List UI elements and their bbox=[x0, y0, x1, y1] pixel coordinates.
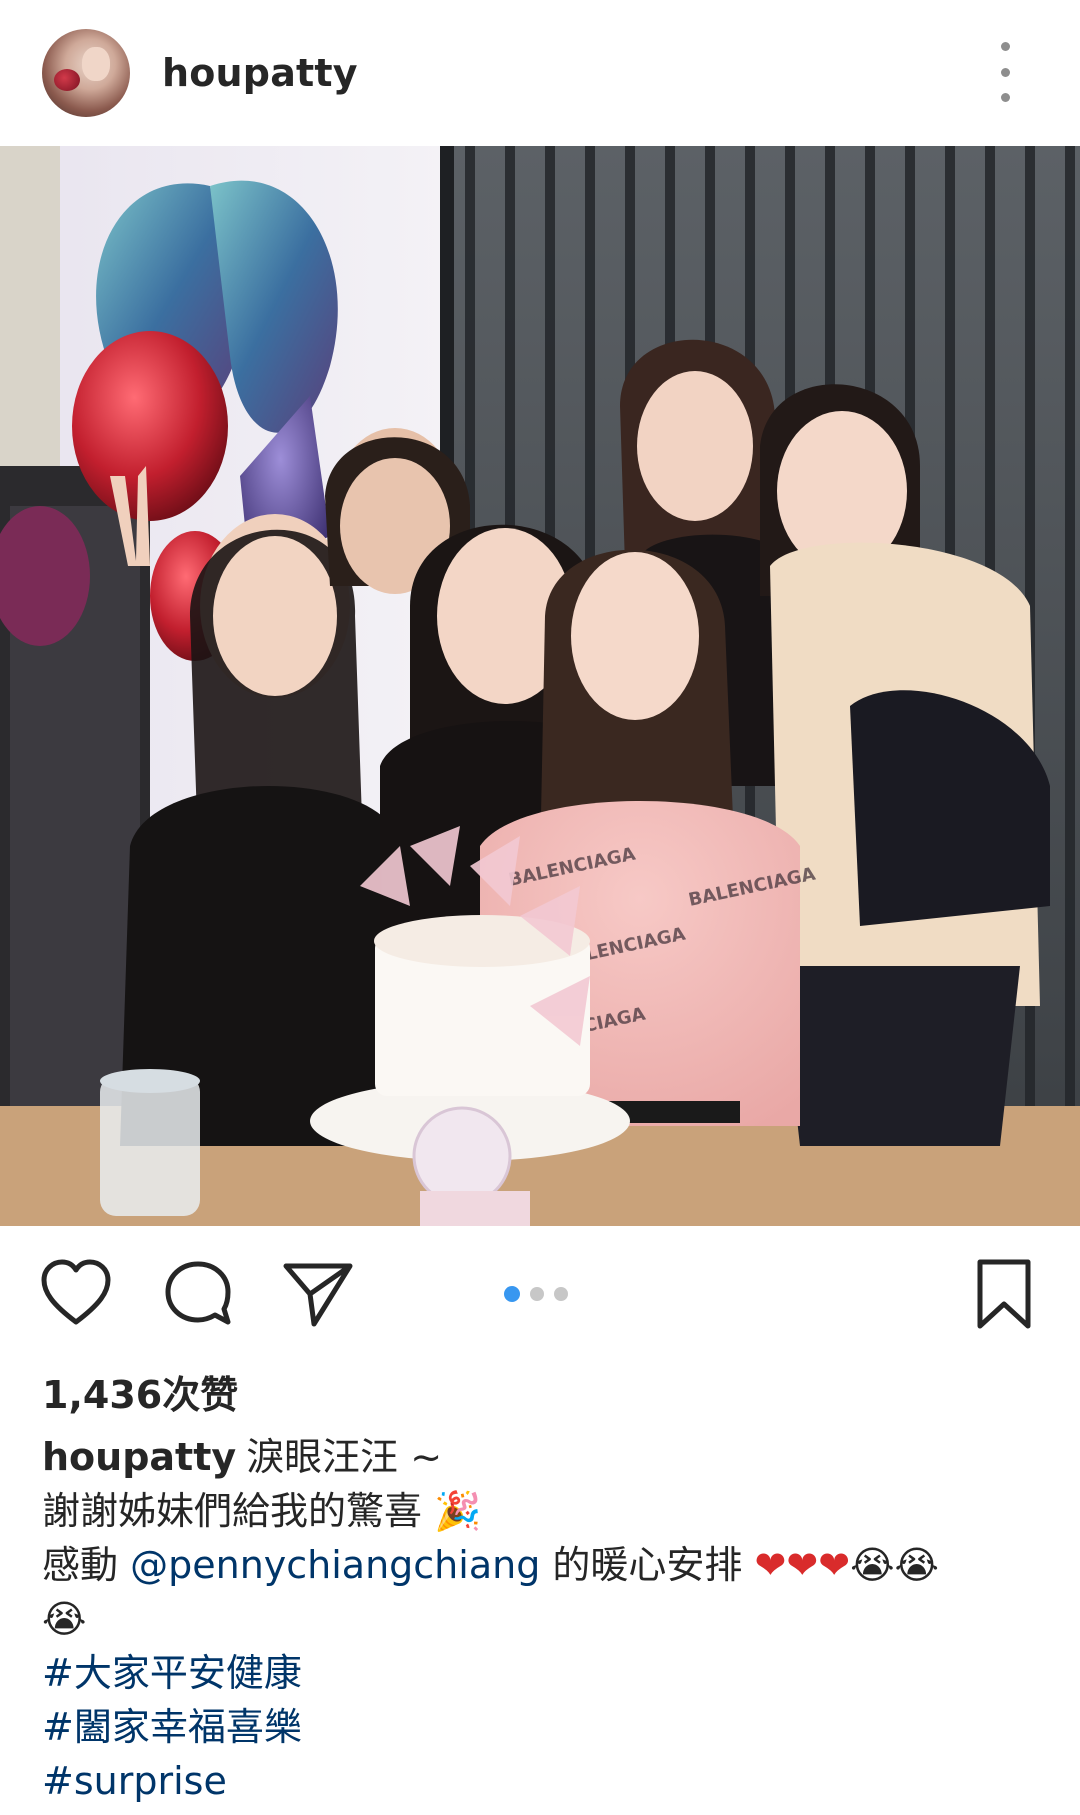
crying-face-emoji: 😭😭 bbox=[850, 1543, 939, 1587]
avatar-face bbox=[82, 47, 110, 81]
hashtag-link[interactable]: #闔家幸福喜樂 bbox=[42, 1705, 302, 1749]
post-photo[interactable]: BALENCIAGA BALENCIAGA BALENCIAGA BALENCI… bbox=[0, 146, 1080, 1226]
caption-line-4: 😭 bbox=[42, 1592, 1052, 1646]
hashtag-line: #surprise bbox=[42, 1754, 1052, 1808]
caption-line-1: houpatty 淚眼汪汪 ~ bbox=[42, 1430, 1052, 1484]
likes-count[interactable]: 1,436次赞 bbox=[42, 1364, 238, 1419]
caption-text: 感動 bbox=[42, 1543, 119, 1587]
username[interactable]: houpatty bbox=[162, 51, 358, 95]
party-popper-emoji: 🎉 bbox=[434, 1489, 482, 1533]
more-dot bbox=[1000, 93, 1010, 102]
instagram-post: houpatty BALENCIAGA BALENCIAGA BALENCIAG… bbox=[0, 0, 1080, 1815]
caption-text: 淚眼汪汪 ~ bbox=[246, 1435, 443, 1479]
avatar-rose bbox=[54, 69, 80, 91]
avatar[interactable] bbox=[42, 29, 130, 117]
hashtag-line: #闔家幸福喜樂 bbox=[42, 1700, 1052, 1754]
caption: houpatty 淚眼汪汪 ~ 謝謝姊妹們給我的驚喜 🎉 感動 @pennychi… bbox=[42, 1430, 1052, 1808]
crying-face-emoji: 😭 bbox=[42, 1597, 87, 1641]
bookmark-icon[interactable] bbox=[966, 1256, 1042, 1332]
red-heart-emoji: ❤❤❤ bbox=[754, 1543, 851, 1587]
hashtag-link[interactable]: #surprise bbox=[42, 1759, 227, 1803]
carousel-dot bbox=[530, 1287, 544, 1301]
caption-username[interactable]: houpatty bbox=[42, 1435, 236, 1479]
heart-icon[interactable] bbox=[38, 1256, 114, 1332]
mention-link[interactable]: @pennychiangchiang bbox=[130, 1543, 540, 1587]
hashtag-line: #大家平安健康 bbox=[42, 1646, 1052, 1700]
carousel-indicator bbox=[504, 1286, 568, 1302]
carousel-dot-active bbox=[504, 1286, 520, 1302]
photo-illustration: BALENCIAGA BALENCIAGA BALENCIAGA BALENCI… bbox=[0, 146, 1080, 1226]
action-bar bbox=[0, 1226, 1080, 1360]
post-header: houpatty bbox=[0, 0, 1080, 146]
send-icon[interactable] bbox=[280, 1256, 356, 1332]
caption-text: 的暖心安排 bbox=[552, 1543, 743, 1587]
comment-icon[interactable] bbox=[160, 1256, 236, 1332]
more-dot bbox=[1000, 67, 1010, 77]
caption-text: 謝謝姊妹們給我的驚喜 bbox=[42, 1489, 423, 1533]
hashtag-link[interactable]: #大家平安健康 bbox=[42, 1651, 302, 1695]
more-options-icon[interactable] bbox=[990, 42, 1020, 102]
carousel-dot bbox=[554, 1287, 568, 1301]
more-dot bbox=[1000, 42, 1010, 51]
caption-line-2: 謝謝姊妹們給我的驚喜 🎉 bbox=[42, 1484, 1052, 1538]
caption-line-3: 感動 @pennychiangchiang 的暖心安排 ❤❤❤😭😭 bbox=[42, 1538, 1052, 1592]
